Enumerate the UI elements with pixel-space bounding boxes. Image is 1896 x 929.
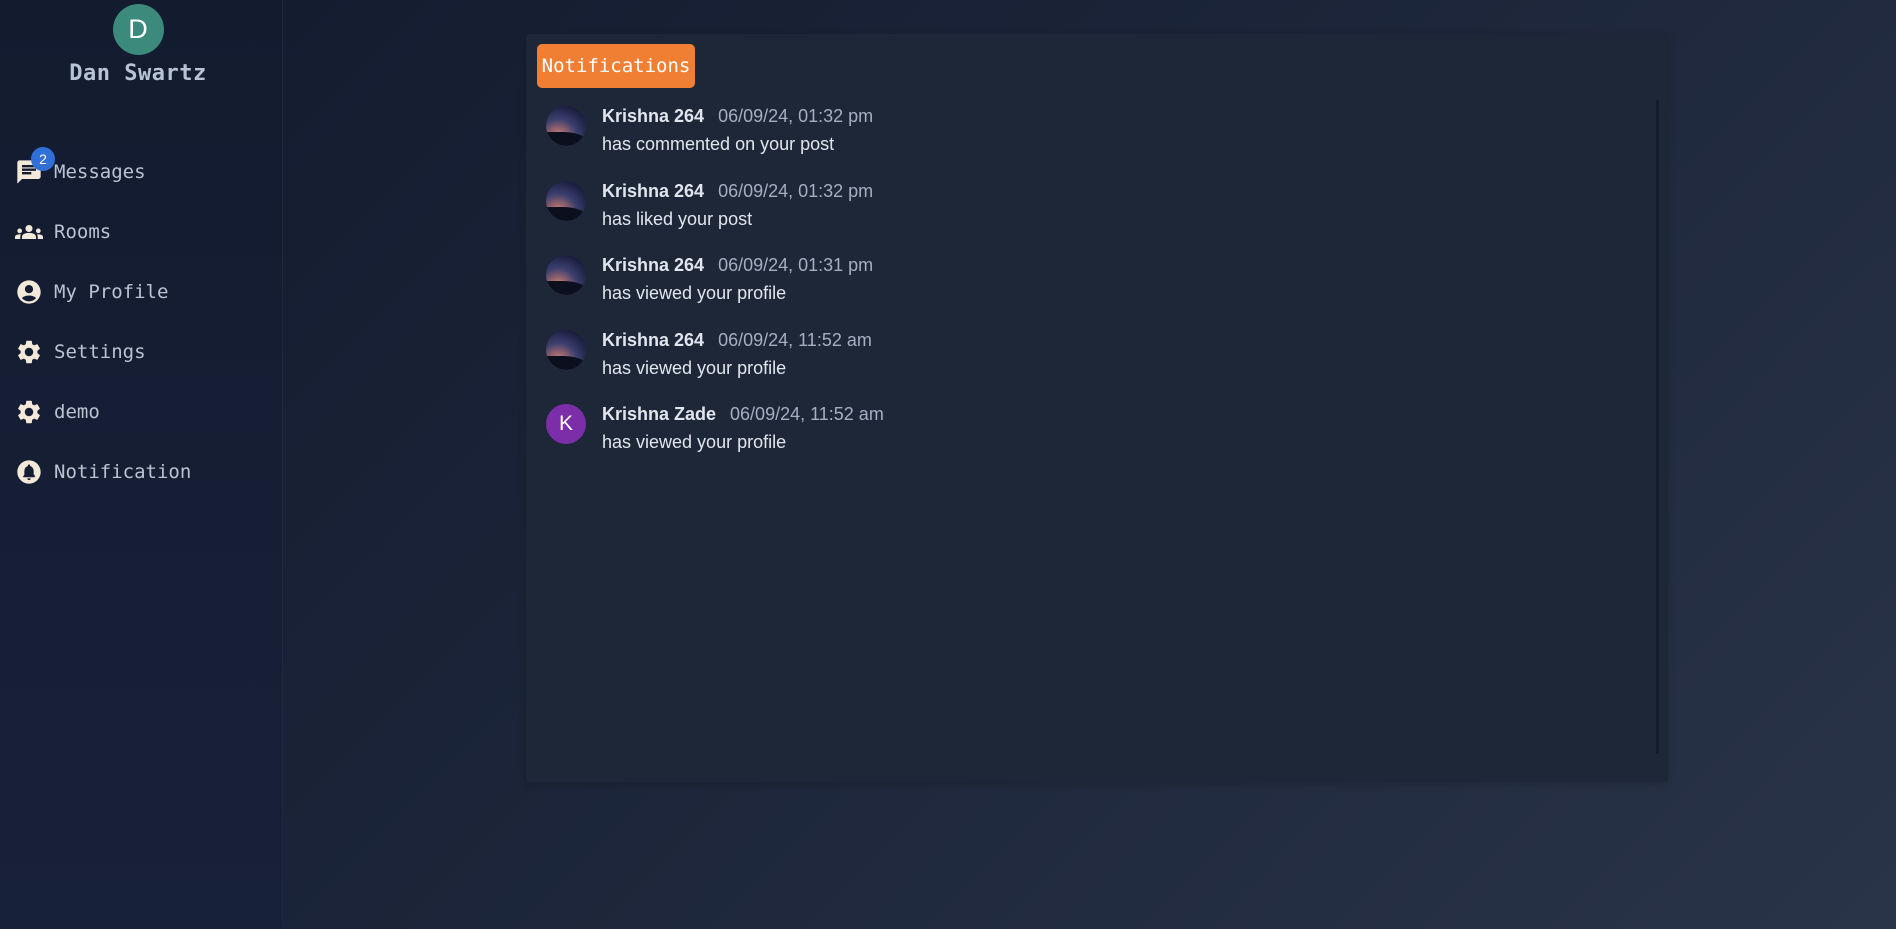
notification-user-name: Krishna 264 [602, 255, 705, 275]
notification-message: has commented on your post [602, 134, 835, 154]
notification-item[interactable]: Krishna 264 06/09/24, 01:31 pm has viewe… [546, 255, 1636, 330]
sidebar-item-label: My Profile [54, 281, 169, 303]
notification-timestamp: 06/09/24, 11:52 am [718, 329, 872, 350]
notification-user-name: Krishna Zade [602, 404, 717, 424]
notification-header: Krishna 264 06/09/24, 01:32 pm [602, 106, 873, 130]
notification-message: has liked your post [602, 208, 753, 229]
sidebar-nav: 2 Messages Rooms My Profile Settings dem… [0, 142, 282, 502]
user-avatar [546, 180, 586, 221]
notification-user-name: Krishna 264 [602, 180, 705, 201]
notification-header: Krishna 264 06/09/24, 01:31 pm [602, 255, 873, 279]
notification-message: has viewed your profile [602, 357, 787, 378]
sidebar: D Dan Swartz 2 Messages Rooms My Profile [0, 0, 283, 929]
sidebar-item-label: Notification [54, 461, 192, 483]
sidebar-item-label: Settings [54, 341, 146, 363]
account-circle-icon [15, 278, 43, 306]
gear-icon [15, 338, 43, 366]
avatar[interactable]: D [112, 4, 164, 55]
notification-timestamp: 06/09/24, 01:32 pm [718, 180, 874, 201]
user-avatar [546, 106, 586, 146]
notification-message: has viewed your profile [602, 432, 787, 452]
sidebar-item-messages[interactable]: 2 Messages [0, 142, 282, 202]
notification-header: Krishna 264 06/09/24, 11:52 am [602, 330, 872, 354]
user-name: Dan Swartz [69, 61, 207, 86]
notification-timestamp: 06/09/24, 11:52 am [730, 404, 884, 424]
user-profile: D Dan Swartz [0, 4, 276, 86]
notification-item[interactable]: Krishna 264 06/09/24, 01:32 pm has liked… [546, 180, 1636, 256]
notification-item[interactable]: K Krishna Zade 06/09/24, 11:52 am has vi… [546, 404, 1636, 479]
sidebar-item-demo[interactable]: demo [0, 382, 282, 442]
sidebar-item-notification[interactable]: Notification [0, 442, 282, 502]
sidebar-item-label: Rooms [54, 221, 112, 243]
notification-item[interactable]: Krishna 264 06/09/24, 01:32 pm has comme… [546, 106, 1636, 181]
notification-header: Krishna Zade 06/09/24, 11:52 am [602, 404, 884, 428]
notification-user-name: Krishna 264 [602, 329, 705, 350]
sidebar-item-label: Messages [54, 161, 146, 183]
notifications-button[interactable]: Notifications [537, 44, 695, 88]
notification-timestamp: 06/09/24, 01:31 pm [718, 255, 874, 275]
sidebar-item-rooms[interactable]: Rooms [0, 202, 282, 262]
gear-icon [15, 398, 43, 426]
user-avatar [546, 255, 586, 295]
unread-badge: 2 [31, 147, 55, 171]
notification-header: Krishna 264 06/09/24, 01:32 pm [602, 181, 873, 205]
sidebar-item-my-profile[interactable]: My Profile [0, 262, 282, 322]
notifications-panel: Notifications Krishna 264 06/09/24, 01:3… [526, 34, 1668, 782]
user-avatar: K [546, 404, 586, 444]
sidebar-item-label: demo [54, 401, 100, 423]
sidebar-item-settings[interactable]: Settings [0, 322, 282, 382]
notification-item[interactable]: Krishna 264 06/09/24, 11:52 am has viewe… [546, 329, 1636, 405]
group-icon [15, 218, 43, 246]
notification-list: Krishna 264 06/09/24, 01:32 pm has comme… [546, 106, 1636, 479]
scrollbar[interactable] [1656, 100, 1659, 754]
notification-user-name: Krishna 264 [602, 106, 705, 126]
notification-timestamp: 06/09/24, 01:32 pm [718, 106, 874, 126]
notification-message: has viewed your profile [602, 283, 787, 303]
bell-icon [15, 458, 43, 486]
user-avatar [546, 329, 586, 370]
